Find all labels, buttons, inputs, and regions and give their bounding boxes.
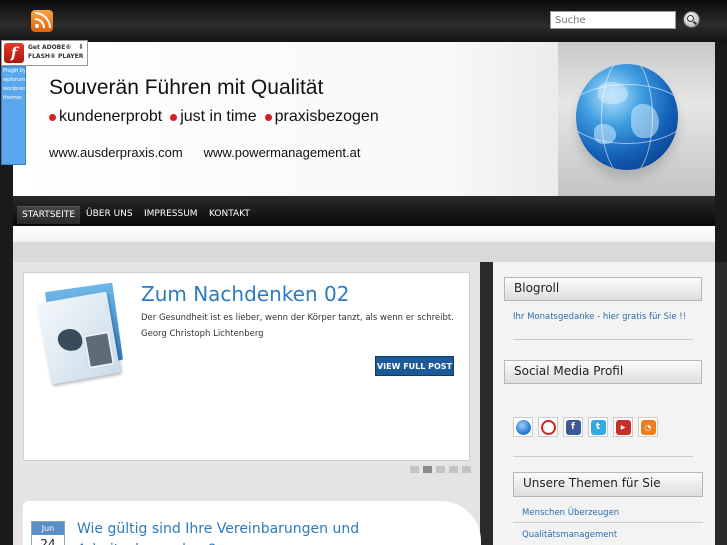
flash-logo-icon: f xyxy=(4,43,24,63)
slider-dot-active[interactable] xyxy=(423,466,432,473)
themes-heading: Unsere Themen für Sie xyxy=(513,472,703,497)
tagline-2: just in time xyxy=(170,108,257,126)
featured-title[interactable]: Zum Nachdenken 02 xyxy=(141,282,349,306)
download-arrow-icon: ⬇ xyxy=(78,43,84,51)
social-media-heading: Social Media Profil xyxy=(504,360,702,384)
theme-link-menschen-ueberzeugen[interactable]: Menschen Überzeugen xyxy=(522,507,619,520)
tagline-1: kundenerprobt xyxy=(49,108,162,126)
social-icons: f t ▶ ◔ xyxy=(513,417,658,437)
tagline-3: praxisbezogen xyxy=(264,108,379,126)
rss-icon[interactable]: ◔ xyxy=(638,417,658,437)
content-top-band xyxy=(13,242,715,262)
header-urls: www.ausderpraxis.com www.powermanagement… xyxy=(49,145,360,160)
search-input[interactable] xyxy=(550,11,676,29)
url-2: www.powermanagement.at xyxy=(203,145,361,160)
view-full-post-button[interactable]: VIEW FULL POST xyxy=(375,356,454,376)
slider-dot[interactable] xyxy=(462,466,471,473)
featured-slider: Zum Nachdenken 02 Der Gesundheit ist es … xyxy=(23,272,470,461)
url-1: www.ausderpraxis.com xyxy=(49,145,183,160)
plugin-credit-line: wordpress xyxy=(3,86,26,92)
plugin-credit-panel[interactable]: Plugin by wpforum.com wordpress themes xyxy=(1,66,26,165)
plugin-credit-line: wpforum.com xyxy=(3,77,26,83)
plugin-credit-line: themes xyxy=(3,95,22,101)
flash-text-line2: FLASH® PLAYER xyxy=(28,53,84,60)
get-flash-player-badge[interactable]: f Get ADOBE® FLASH® PLAYER ⬇ xyxy=(1,40,88,66)
divider xyxy=(513,456,693,457)
theme-link-qualitaetsmanagement[interactable]: Qualitätsmanagement xyxy=(522,529,617,542)
featured-thumbnail[interactable] xyxy=(37,282,126,385)
flash-text-line1: Get ADOBE® xyxy=(28,44,72,51)
search-button[interactable] xyxy=(683,11,700,28)
blogroll-link[interactable]: Ihr Monatsgedanke - hier gratis für Sie … xyxy=(513,311,693,324)
lastfm-icon[interactable] xyxy=(538,417,558,437)
divider xyxy=(513,522,703,523)
youtube-icon[interactable]: ▶ xyxy=(613,417,633,437)
blogroll-heading: Blogroll xyxy=(504,277,702,301)
top-bar xyxy=(0,0,727,42)
globe-image xyxy=(576,64,678,170)
rss-icon[interactable] xyxy=(31,10,53,32)
main-nav: STARTSEITE ÜBER UNS IMPRESSUM KONTAKT xyxy=(13,196,715,226)
nav-startseite[interactable]: STARTSEITE xyxy=(17,206,81,224)
post-month: Jun xyxy=(32,522,64,535)
sidebar xyxy=(493,262,715,545)
globe-icon[interactable] xyxy=(513,417,533,437)
nav-kontakt[interactable]: KONTAKT xyxy=(204,206,255,224)
slider-pagination xyxy=(410,466,471,473)
slider-dot[interactable] xyxy=(410,466,419,473)
nav-impressum[interactable]: IMPRESSUM xyxy=(139,206,203,224)
twitter-icon[interactable]: t xyxy=(588,417,608,437)
post-title[interactable]: Wie gültig sind Ihre Vereinbarungen und … xyxy=(77,519,367,545)
header-banner: Souverän Führen mit Qualität kundenerpro… xyxy=(13,42,715,196)
taglines: kundenerprobt just in time praxisbezogen xyxy=(49,108,379,126)
nav-ueber-uns[interactable]: ÜBER UNS xyxy=(81,206,138,224)
site-title: Souverän Führen mit Qualität xyxy=(49,76,324,99)
slider-dot[interactable] xyxy=(436,466,445,473)
facebook-icon[interactable]: f xyxy=(563,417,583,437)
slider-dot[interactable] xyxy=(449,466,458,473)
plugin-credit-line: Plugin by xyxy=(3,68,26,74)
header-strip xyxy=(13,226,715,242)
header-logo-area: Souverän Führen mit Qualität kundenerpro… xyxy=(13,42,558,196)
divider xyxy=(513,339,693,340)
post-day: 24 xyxy=(40,537,56,545)
post-date-badge: Jun 24 xyxy=(31,521,65,545)
featured-excerpt: Der Gesundheit ist es lieber, wenn der K… xyxy=(141,313,454,339)
